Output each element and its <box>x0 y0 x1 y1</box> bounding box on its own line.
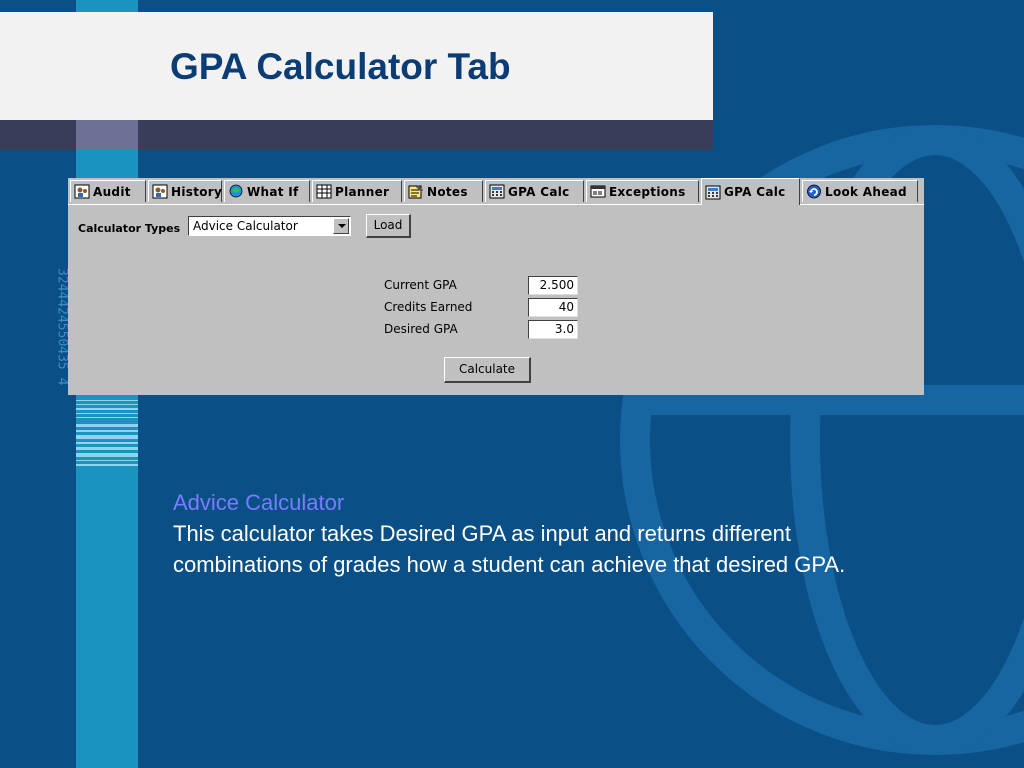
chevron-down-icon[interactable] <box>333 218 349 234</box>
calculator-types-label: Calculator Types <box>78 222 181 235</box>
stripe-cap <box>76 120 138 150</box>
what-if-icon <box>229 184 243 198</box>
desired-gpa-label: Desired GPA <box>384 322 458 336</box>
audit-icon <box>74 184 90 199</box>
tab-audit[interactable]: Audit <box>70 180 146 202</box>
credits-earned-field[interactable]: 40 <box>528 298 578 317</box>
tab-label: Planner <box>335 184 390 199</box>
tab-planner[interactable]: Planner <box>312 180 402 202</box>
planner-icon <box>316 184 332 199</box>
tab-label: GPA Calc <box>508 184 570 199</box>
gpa-calculator-window: Audit History What If Planner Notes GPA … <box>68 178 924 395</box>
calculate-button[interactable]: Calculate <box>444 357 531 383</box>
tab-history[interactable]: History <box>148 180 222 202</box>
tab-gpa-calc[interactable]: GPA Calc <box>485 180 584 202</box>
tab-label: Exceptions <box>609 184 686 199</box>
tab-label: GPA Calc <box>724 185 786 199</box>
tab-label: Notes <box>427 184 468 199</box>
description-body: This calculator takes Desired GPA as inp… <box>173 521 846 577</box>
desired-gpa-field[interactable]: 3.0 <box>528 320 578 339</box>
credits-earned-label: Credits Earned <box>384 300 473 314</box>
current-gpa-label: Current GPA <box>384 278 457 292</box>
look-ahead-icon <box>807 184 821 199</box>
slide-title: GPA Calculator Tab <box>170 46 511 87</box>
tab-gpa-calc-active[interactable]: GPA Calc <box>701 178 800 205</box>
tab-label: Audit <box>93 184 131 199</box>
tab-what-if[interactable]: What If <box>224 180 310 202</box>
current-gpa-field[interactable]: 2.500 <box>528 276 578 295</box>
barcode-decoration <box>76 400 138 470</box>
calculator-type-select[interactable]: Advice Calculator <box>188 216 351 236</box>
tab-exceptions[interactable]: Exceptions <box>586 180 699 202</box>
tab-bar: Audit History What If Planner Notes GPA … <box>68 178 924 205</box>
calculator-type-value: Advice Calculator <box>193 219 298 233</box>
exceptions-icon <box>590 185 606 198</box>
description-heading: Advice Calculator <box>173 490 345 515</box>
tab-look-ahead[interactable]: Look Ahead <box>802 180 918 202</box>
tab-label: History <box>171 184 223 199</box>
calculator-icon <box>489 184 505 199</box>
calculator-panel: Calculator Types Advice Calculator Load … <box>68 205 924 395</box>
tab-label: Look Ahead <box>825 184 907 199</box>
history-icon <box>152 184 168 199</box>
tab-label: What If <box>247 184 299 199</box>
notes-icon <box>408 185 423 199</box>
calculator-icon <box>705 185 721 199</box>
description-block: Advice Calculator This calculator takes … <box>173 487 873 580</box>
tab-notes[interactable]: Notes <box>404 180 483 202</box>
load-button[interactable]: Load <box>366 214 411 238</box>
